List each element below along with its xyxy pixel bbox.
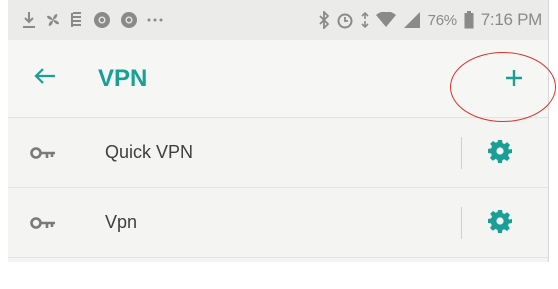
wifi-icon xyxy=(375,12,396,28)
chrome-icon xyxy=(93,11,111,29)
vpn-list: Quick VPN Vpn xyxy=(8,118,548,258)
bluetooth-icon xyxy=(319,11,329,29)
chrome-icon xyxy=(120,11,138,29)
arrow-left-icon xyxy=(34,67,56,90)
divider xyxy=(460,207,462,239)
vpn-list-item-quick-vpn[interactable]: Quick VPN xyxy=(8,118,548,188)
gear-icon xyxy=(488,139,512,168)
signal-icon xyxy=(403,12,421,28)
system-icons: 76% 7:16 PM xyxy=(319,10,542,30)
phone-screen: 76% 7:16 PM VPN Quick VPN Vpn xyxy=(8,0,549,262)
gear-icon xyxy=(488,209,512,238)
download-icon xyxy=(22,11,36,29)
back-button[interactable] xyxy=(12,40,78,118)
more-icon xyxy=(147,17,163,23)
key-icon xyxy=(18,146,68,160)
alarm-icon xyxy=(336,11,354,29)
key-icon xyxy=(18,216,68,230)
data-icon xyxy=(361,11,369,29)
battery-percent: 76% xyxy=(427,11,457,29)
vpn-list-item-vpn[interactable]: Vpn xyxy=(8,188,548,258)
plus-icon xyxy=(504,68,524,93)
notification-icons xyxy=(22,11,163,29)
app-bar: VPN xyxy=(8,40,548,118)
divider xyxy=(460,137,462,169)
settings-button[interactable] xyxy=(482,205,518,241)
fan-icon xyxy=(45,12,61,28)
vpn-name-label: Quick VPN xyxy=(105,142,194,162)
battery-icon xyxy=(464,11,474,29)
clock: 7:16 PM xyxy=(480,10,543,29)
page-title: VPN xyxy=(98,64,148,92)
vpn-name-label: Vpn xyxy=(105,212,138,232)
settings-button[interactable] xyxy=(482,135,518,171)
add-vpn-button[interactable] xyxy=(492,58,536,102)
status-bar: 76% 7:16 PM xyxy=(8,0,548,40)
app-icon xyxy=(70,11,84,29)
